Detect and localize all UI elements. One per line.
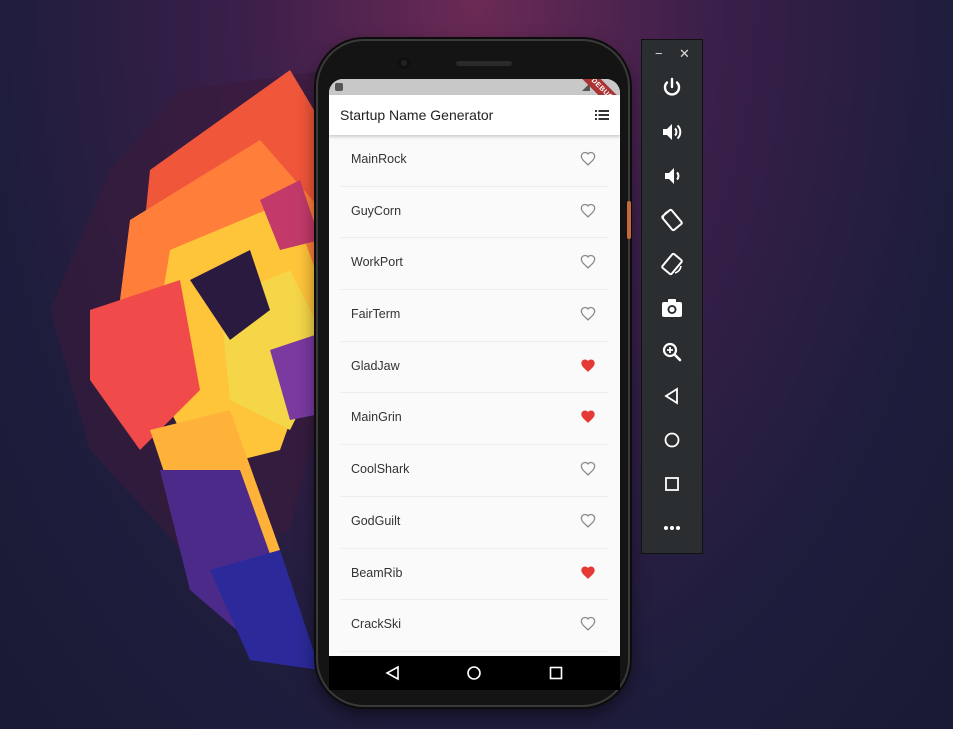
camera-icon[interactable] (660, 296, 684, 320)
heart-filled-icon[interactable] (580, 409, 596, 424)
startup-name: BeamRib (351, 565, 403, 580)
list-item[interactable]: MainGrin (341, 393, 608, 446)
back-icon[interactable] (660, 384, 684, 408)
list-item[interactable]: GuyCorn (341, 187, 608, 239)
home-icon[interactable] (660, 428, 684, 452)
app-bar: Startup Name Generator (329, 95, 620, 135)
rotate-right-icon[interactable] (660, 252, 684, 276)
startup-name: CrackSki (351, 617, 402, 632)
back-icon[interactable] (385, 665, 401, 681)
phone-frame: DEBUG Startup Name Generator MainRock Guy… (318, 41, 631, 705)
earpiece-speaker (456, 61, 512, 66)
startup-name: MainRock (351, 152, 407, 166)
notification-icon (335, 83, 343, 91)
list-item[interactable]: FairTerm (341, 290, 608, 342)
startup-name: CoolShark (351, 462, 410, 477)
wallpaper-art (50, 70, 350, 670)
startup-name: GodGuilt (351, 513, 401, 528)
power-icon[interactable] (660, 76, 684, 100)
list-item[interactable]: BeamRib (341, 549, 608, 601)
volume-down-icon[interactable] (660, 164, 684, 188)
heart-filled-icon[interactable] (580, 358, 596, 373)
front-camera (398, 57, 410, 69)
heart-filled-icon[interactable] (580, 565, 596, 580)
overview-icon[interactable] (660, 472, 684, 496)
rotate-left-icon[interactable] (660, 208, 684, 232)
more-icon[interactable] (660, 516, 684, 540)
heart-outline-icon[interactable] (580, 616, 596, 631)
heart-outline-icon[interactable] (580, 203, 596, 218)
saved-list-icon[interactable] (595, 109, 609, 121)
minimize-button[interactable]: − (655, 46, 663, 61)
list-item[interactable]: WorkPort (341, 238, 608, 291)
startup-name: WorkPort (351, 255, 403, 270)
heart-outline-icon[interactable] (580, 461, 596, 476)
heart-outline-icon[interactable] (580, 306, 596, 321)
startup-name: FairTerm (351, 307, 401, 322)
home-icon[interactable] (466, 665, 482, 681)
side-button[interactable] (627, 201, 631, 239)
emulator-toolbar: − ✕ (641, 39, 703, 554)
list-item[interactable]: CrackSki (341, 600, 608, 652)
status-bar: DEBUG (329, 79, 620, 123)
list-item[interactable]: CoolShark (341, 445, 608, 497)
heart-outline-icon[interactable] (580, 513, 596, 528)
heart-outline-icon[interactable] (580, 151, 596, 166)
close-button[interactable]: ✕ (679, 46, 690, 62)
recents-icon[interactable] (548, 665, 564, 681)
android-nav-bar (329, 656, 620, 690)
startup-name: GladJaw (351, 358, 400, 373)
list-item[interactable]: GodGuilt (341, 497, 608, 549)
volume-up-icon[interactable] (660, 120, 684, 144)
name-list: MainRock GuyCorn WorkPort FairTerm GladJaw Ma… (329, 135, 620, 652)
heart-outline-icon[interactable] (580, 254, 596, 270)
startup-name: MainGrin (351, 410, 402, 425)
app-screen: DEBUG Startup Name Generator MainRock Guy… (329, 79, 620, 656)
list-item[interactable]: GladJaw (341, 342, 608, 394)
zoom-icon[interactable] (660, 340, 684, 364)
startup-name: GuyCorn (351, 203, 402, 218)
page-title: Startup Name Generator (340, 107, 494, 123)
list-item[interactable]: MainRock (341, 135, 608, 187)
